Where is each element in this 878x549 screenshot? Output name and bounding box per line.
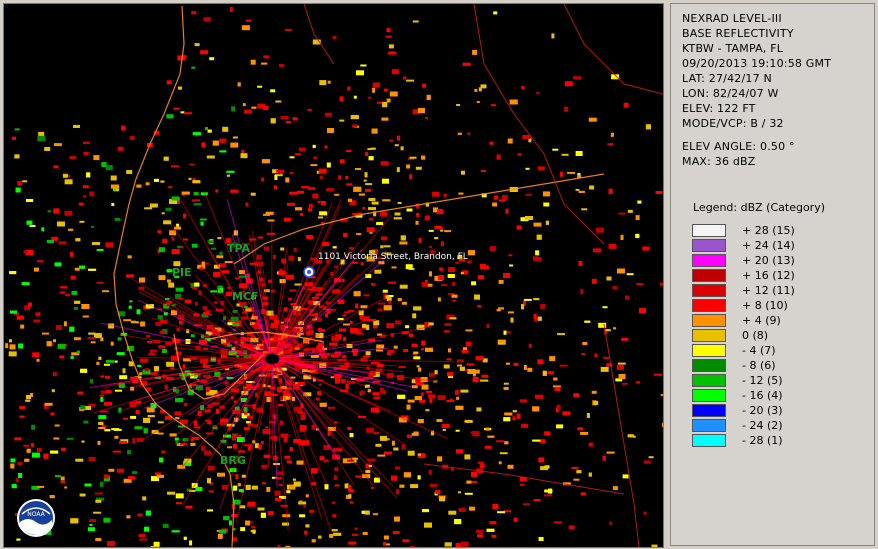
legend-item: + 8 (10) (692, 299, 852, 313)
legend-swatch (692, 224, 726, 237)
legend-swatch (692, 374, 726, 387)
radar-site-marker (264, 353, 280, 365)
legend-swatch (692, 299, 726, 312)
legend-label: - 8 (6) (742, 359, 776, 372)
legend-item: + 20 (13) (692, 254, 852, 268)
legend-swatch (692, 404, 726, 417)
legend-swatch (692, 284, 726, 297)
legend-swatch (692, 254, 726, 267)
max-dbz: MAX: 36 dBZ (682, 155, 756, 168)
legend-item: 0 (8) (692, 329, 852, 343)
legend-item: - 4 (7) (692, 344, 852, 358)
legend-label: + 4 (9) (742, 314, 781, 327)
station-name: KTBW - TAMPA, FL (682, 42, 784, 55)
longitude: LON: 82/24/07 W (682, 87, 779, 100)
legend-item: - 16 (4) (692, 389, 852, 403)
noaa-logo: NOAA (17, 499, 55, 537)
legend-label: + 20 (13) (742, 254, 795, 267)
latitude: LAT: 27/42/17 N (682, 72, 772, 85)
legend-label: + 28 (15) (742, 224, 795, 237)
legend-label: - 28 (1) (742, 434, 783, 447)
legend-label: + 16 (12) (742, 269, 795, 282)
legend-swatch (692, 344, 726, 357)
address-label: 1101 Victoria Street, Brandon, FL (318, 252, 468, 262)
legend-item: + 12 (11) (692, 284, 852, 298)
legend-label: - 12 (5) (742, 374, 783, 387)
legend-swatch (692, 359, 726, 372)
legend-label: - 20 (3) (742, 404, 783, 417)
legend-swatch (692, 329, 726, 342)
mode-vcp: MODE/VCP: B / 32 (682, 117, 784, 130)
legend-swatch (692, 389, 726, 402)
legend-swatch (692, 434, 726, 447)
legend-item: + 28 (15) (692, 224, 852, 238)
legend-label: - 4 (7) (742, 344, 776, 357)
station-label-tpa: TPA (227, 242, 251, 255)
legend-label: - 16 (4) (742, 389, 783, 402)
station-label-mcf: MCF (232, 290, 259, 303)
product-name: NEXRAD LEVEL-III (682, 12, 782, 25)
station-label-pie: PIE (172, 266, 192, 279)
legend-item: - 8 (6) (692, 359, 852, 373)
product-type: BASE REFLECTIVITY (682, 27, 794, 40)
legend-item: - 20 (3) (692, 404, 852, 418)
legend-swatch (692, 419, 726, 432)
legend-item: + 16 (12) (692, 269, 852, 283)
radar-map[interactable]: TPA PIE MCF BRG 1101 Victoria Street, Br… (3, 3, 664, 548)
station-label-brg: BRG (220, 454, 246, 467)
legend-swatch (692, 239, 726, 252)
info-panel: NEXRAD LEVEL-III BASE REFLECTIVITY KTBW … (670, 3, 875, 546)
legend-label: - 24 (2) (742, 419, 783, 432)
legend-label: 0 (8) (742, 329, 769, 342)
legend-item: + 4 (9) (692, 314, 852, 328)
elev-angle: ELEV ANGLE: 0.50 ° (682, 140, 795, 153)
legend-item: + 24 (14) (692, 239, 852, 253)
legend-item: - 12 (5) (692, 374, 852, 388)
legend-item: - 28 (1) (692, 434, 852, 448)
legend-label: + 12 (11) (742, 284, 795, 297)
legend-label: + 8 (10) (742, 299, 788, 312)
legend-swatch (692, 269, 726, 282)
legend-item: - 24 (2) (692, 419, 852, 433)
scan-datetime: 09/20/2013 19:10:58 GMT (682, 57, 832, 70)
reflectivity-map (4, 4, 663, 547)
legend-title: Legend: dBZ (Category) (693, 201, 825, 214)
elevation: ELEV: 122 FT (682, 102, 756, 115)
legend-swatch (692, 314, 726, 327)
noaa-logo-text: NOAA (27, 511, 45, 518)
legend-label: + 24 (14) (742, 239, 795, 252)
